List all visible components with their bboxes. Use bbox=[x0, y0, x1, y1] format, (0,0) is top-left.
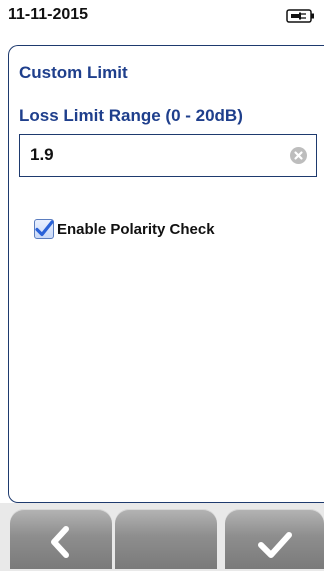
blank-button[interactable] bbox=[115, 509, 217, 569]
page-title: Custom Limit bbox=[19, 63, 128, 82]
polarity-check-label: Enable Polarity Check bbox=[57, 220, 215, 238]
loss-limit-label: Loss Limit Range (0 - 20dB) bbox=[19, 106, 243, 125]
chevron-left-icon bbox=[51, 526, 69, 558]
confirm-button[interactable] bbox=[225, 509, 324, 569]
back-button[interactable] bbox=[10, 509, 112, 569]
loss-limit-value[interactable]: 1.9 bbox=[30, 145, 54, 165]
status-bar: 11-11-2015 bbox=[0, 0, 324, 33]
loss-limit-input[interactable]: 1.9 bbox=[19, 134, 317, 177]
polarity-checkbox[interactable] bbox=[34, 219, 54, 239]
checkmark-icon bbox=[258, 532, 292, 558]
clear-input-icon[interactable] bbox=[290, 147, 307, 164]
date-text: 11-11-2015 bbox=[8, 6, 89, 23]
checkmark-icon bbox=[34, 219, 54, 236]
polarity-check-row[interactable]: Enable Polarity Check bbox=[34, 218, 215, 240]
battery-plug-icon bbox=[286, 8, 316, 24]
bottom-toolbar bbox=[0, 503, 324, 571]
